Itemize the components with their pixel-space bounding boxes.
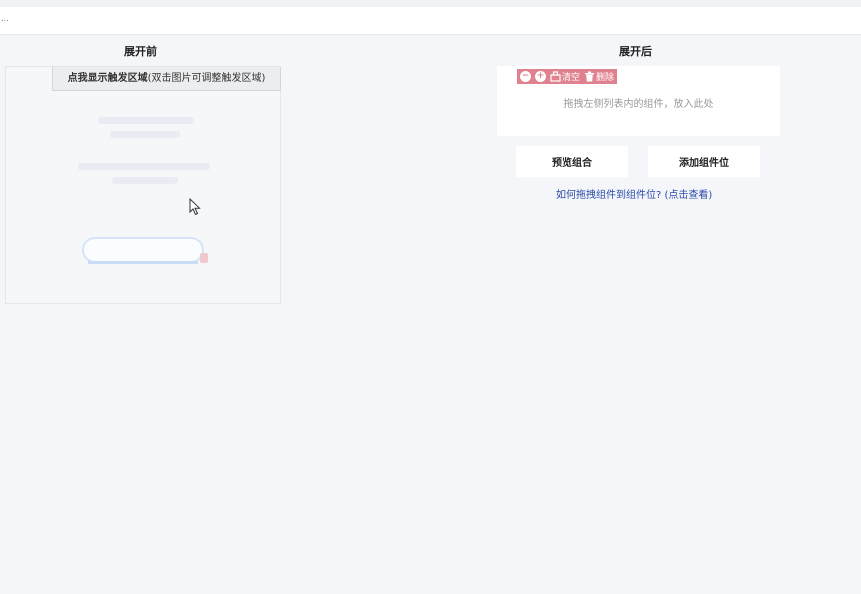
trash-icon [585,71,595,82]
after-title: 展开后 [619,45,652,58]
trigger-button-note: (双击图片可调整触发区域) [147,73,266,84]
clear-button[interactable]: 清空 [550,70,580,83]
slot-toolbar: − + 清空 删除 [517,69,618,84]
collapsed-preview-panel[interactable]: 点我显示触发区域(双击图片可调整触发区域) [5,66,281,304]
before-title: 展开前 [124,45,157,58]
show-trigger-area-button[interactable]: 点我显示触发区域(双击图片可调整触发区域) [52,67,281,91]
faded-preview-line [112,177,178,184]
delete-label: 删除 [596,73,615,83]
delete-button[interactable]: 删除 [584,70,614,83]
clear-label: 清空 [562,73,581,83]
trigger-button-label: 点我显示触发区域 [67,73,148,84]
overflow-dots[interactable]: ... [1,14,9,23]
preview-combination-button[interactable]: 预览组合 [516,146,628,177]
minus-circle-icon[interactable]: − [520,71,531,82]
clear-icon [550,71,561,82]
faded-preview-line [78,163,210,170]
faded-preview-marker [200,253,208,263]
faded-preview-line [110,131,180,138]
plus-circle-icon[interactable]: + [535,71,546,82]
add-component-slot-button[interactable]: 添加组件位 [648,146,760,177]
faded-preview-button [82,237,208,264]
faded-preview-line [98,117,194,124]
top-bar: ... [0,7,861,35]
faded-preview-underline [88,261,198,264]
top-strip [0,0,861,7]
component-drop-area[interactable]: − + 清空 删除 拖拽左侧列表内的组件，放入此处 [497,66,780,136]
drop-hint-text: 拖拽左侧列表内的组件，放入此处 [563,99,714,110]
mouse-cursor-icon [189,198,201,216]
drag-help-link[interactable]: 如何拖拽组件到组件位? (点击查看) [556,186,712,201]
